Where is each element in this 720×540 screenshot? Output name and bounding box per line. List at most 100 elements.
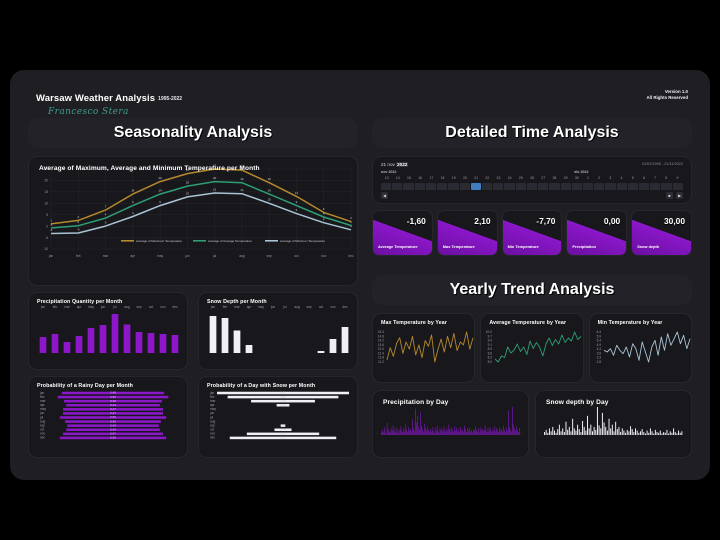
- svg-text:-: -: [377, 431, 378, 435]
- slicer-cell[interactable]: [571, 183, 582, 190]
- svg-text:11.2: 11.2: [378, 360, 384, 364]
- svg-text:dec: dec: [342, 305, 348, 309]
- section-banner-seasonality: Seasonality Analysis: [28, 118, 358, 148]
- slicer-cell[interactable]: [605, 183, 616, 190]
- kpi-label: Precipitation: [572, 244, 596, 250]
- slicer-day-label: 3: [609, 176, 612, 180]
- svg-text:feb: feb: [76, 254, 81, 258]
- slicer-day-label: 20: [462, 176, 467, 180]
- slicer-cell[interactable]: [381, 183, 392, 190]
- slicer-day-label: 30: [574, 176, 579, 180]
- slicer-cell[interactable]: [425, 183, 437, 190]
- slicer-next-button[interactable]: ▶: [676, 192, 683, 199]
- chart-card-precipitation-per-month: Precipitation Quantity per Month jan feb m…: [28, 292, 188, 370]
- report-author: Francesco Stera: [48, 107, 129, 117]
- slicer-cell[interactable]: [414, 183, 425, 190]
- slicer-cell[interactable]: [448, 183, 459, 190]
- kpi-row: -1,60 Average Temperature 2,10 Max Tempe…: [372, 210, 692, 256]
- kpi-value: 2,10: [474, 216, 491, 226]
- kpi-card-max-temperature[interactable]: 2,10 Max Temperature: [436, 210, 498, 256]
- svg-text:oct: oct: [319, 305, 323, 309]
- kpi-value: -7,70: [536, 216, 556, 226]
- slicer-cell[interactable]: [582, 183, 594, 190]
- slicer-cell[interactable]: [392, 183, 403, 190]
- slicer-cell[interactable]: [627, 183, 639, 190]
- slicer-cell[interactable]: [470, 183, 481, 190]
- slicer-cell[interactable]: [538, 183, 549, 190]
- kpi-label: Snow depth: [637, 244, 660, 250]
- report-year-range: 1995-2022: [158, 96, 183, 102]
- svg-text:20: 20: [213, 176, 217, 180]
- svg-text:jul: jul: [212, 254, 216, 258]
- svg-text:0,06: 0,06: [280, 403, 286, 407]
- slicer-cell[interactable]: [560, 183, 571, 190]
- svg-text:Average of Minimum Temperature: Average of Minimum Temperature: [280, 239, 325, 243]
- slicer-cell[interactable]: [594, 183, 605, 190]
- slicer-cell[interactable]: [437, 183, 448, 190]
- svg-text:-: -: [521, 431, 522, 435]
- section-title-yearly: Yearly Trend Analysis: [449, 281, 615, 298]
- kpi-card-precipitation[interactable]: 0,00 Precipitation: [566, 210, 628, 256]
- svg-text:mar: mar: [64, 305, 70, 309]
- slicer-cell[interactable]: [526, 183, 538, 190]
- slicer-cell[interactable]: [493, 183, 504, 190]
- svg-text:jan: jan: [210, 305, 215, 309]
- slicer-cell[interactable]: [650, 183, 661, 190]
- svg-text:0: 0: [105, 221, 107, 225]
- slicer-day-label: 17: [429, 176, 434, 180]
- slicer-day-label: 14: [395, 176, 400, 180]
- chart-title-precipitation-by-day: Precipitation by Day: [383, 399, 449, 406]
- slicer-cell[interactable]: [481, 183, 493, 190]
- svg-text:mar: mar: [234, 305, 240, 309]
- kpi-card-snow-depth[interactable]: 30,00 Snow depth: [631, 210, 692, 256]
- chart-card-precipitation-by-day: Precipitation by Day - -: [372, 390, 529, 458]
- slicer-month-left: nov 2022: [381, 170, 397, 174]
- slicer-day-label: 26: [530, 176, 534, 180]
- section-title-detailed: Detailed Time Analysis: [445, 124, 619, 141]
- report-canvas: Warsaw Weather Analysis 1995-2022 Frances…: [10, 70, 710, 480]
- section-banner-detailed: Detailed Time Analysis: [372, 118, 692, 148]
- slicer-track[interactable]: [381, 183, 683, 190]
- slicer-cell[interactable]: [549, 183, 560, 190]
- svg-text:-3: -3: [50, 228, 53, 232]
- slicer-day-label: 27: [541, 176, 546, 180]
- section-banner-yearly: Yearly Trend Analysis: [372, 275, 692, 305]
- svg-text:Average of Average Temperature: Average of Average Temperature: [208, 239, 252, 243]
- slicer-day-label: 8: [665, 176, 668, 180]
- svg-text:mar: mar: [103, 254, 109, 258]
- kpi-value: -1,60: [406, 216, 426, 226]
- slicer-cell[interactable]: [459, 183, 470, 190]
- slicer-day-label: 28: [552, 176, 557, 180]
- svg-text:14: 14: [131, 189, 135, 193]
- slicer-day-label: 18: [440, 176, 445, 180]
- chart-title-min-temp-by-year: Min Temperature by Year: [597, 320, 663, 326]
- svg-text:jul: jul: [112, 305, 116, 309]
- chart-title-precipitation-per-month: Precipitation Quantity per Month: [37, 299, 123, 305]
- svg-text:dec: dec: [348, 254, 354, 258]
- kpi-card-min-temperature[interactable]: -7,70 Min Temperature: [501, 210, 563, 256]
- slicer-prev-button[interactable]: ◀: [381, 192, 388, 199]
- slicer-cell[interactable]: [616, 183, 627, 190]
- kpi-card-average-temperature[interactable]: -1,60 Average Temperature: [372, 210, 433, 256]
- slicer-cell[interactable]: [639, 183, 650, 190]
- svg-text:14: 14: [158, 189, 162, 193]
- svg-text:aug: aug: [239, 254, 245, 258]
- slicer-cell[interactable]: [403, 183, 414, 190]
- svg-text:dec: dec: [210, 436, 216, 440]
- slicer-day-label: 19: [451, 176, 456, 180]
- slicer-cell[interactable]: [672, 183, 683, 190]
- slicer-day-label: 25: [518, 176, 523, 180]
- svg-text:6: 6: [323, 207, 325, 211]
- slicer-stop-button[interactable]: ■: [666, 192, 673, 199]
- slicer-day-labels: 13 14 15 16 17 18 19 20 21 22 23 24 25 26 27 28 29 30 1 2 3 4…: [381, 176, 683, 182]
- slicer-cell[interactable]: [661, 183, 672, 190]
- slicer-day: 21: [381, 162, 387, 167]
- svg-text:jan: jan: [48, 254, 53, 258]
- timeline-slicer[interactable]: 21 nov 2022 01/01/1995 - 21/11/2022 nov …: [372, 156, 692, 204]
- slicer-cell[interactable]: [515, 183, 526, 190]
- kpi-value: 0,00: [603, 216, 621, 226]
- slicer-cell[interactable]: [504, 183, 515, 190]
- svg-text:aug: aug: [124, 305, 130, 309]
- svg-text:14: 14: [240, 188, 244, 192]
- svg-text:oct: oct: [149, 305, 153, 309]
